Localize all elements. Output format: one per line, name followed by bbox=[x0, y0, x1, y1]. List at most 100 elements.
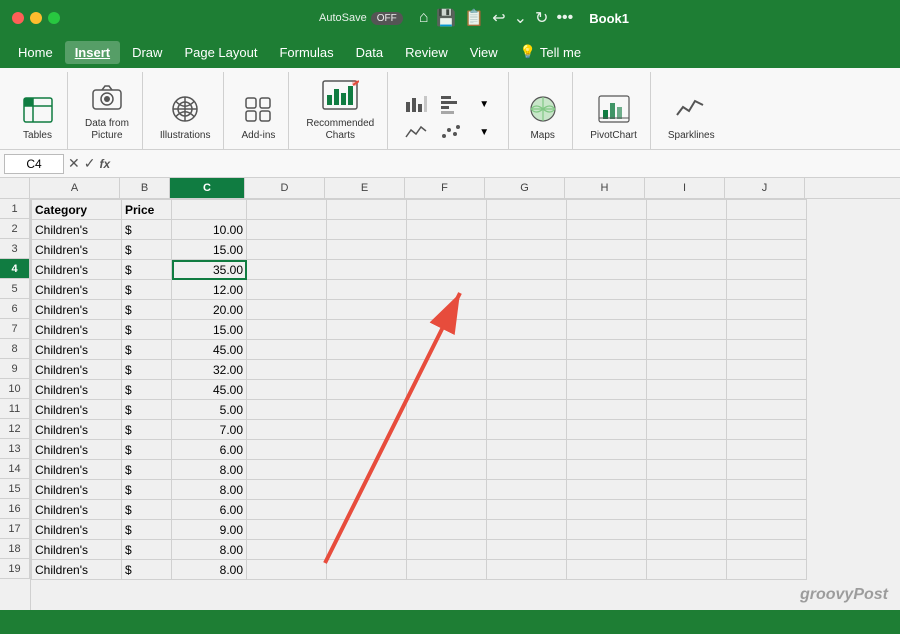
cell-18-c[interactable]: 8.00 bbox=[172, 540, 247, 560]
more-icon[interactable]: ••• bbox=[556, 9, 573, 27]
cell-14-j[interactable] bbox=[727, 460, 807, 480]
cell-1-j[interactable] bbox=[727, 200, 807, 220]
cell-10-d[interactable] bbox=[247, 380, 327, 400]
cell-3-h[interactable] bbox=[567, 240, 647, 260]
cell-12-h[interactable] bbox=[567, 420, 647, 440]
cell-18-a[interactable]: Children's bbox=[32, 540, 122, 560]
cell-19-i[interactable] bbox=[647, 560, 727, 580]
maps-button[interactable]: Maps bbox=[523, 92, 563, 145]
cell-18-j[interactable] bbox=[727, 540, 807, 560]
cell-19-f[interactable] bbox=[407, 560, 487, 580]
cell-11-i[interactable] bbox=[647, 400, 727, 420]
cell-3-c[interactable]: 15.00 bbox=[172, 240, 247, 260]
cell-9-g[interactable] bbox=[487, 360, 567, 380]
cell-8-d[interactable] bbox=[247, 340, 327, 360]
confirm-formula-icon[interactable]: ✓ bbox=[84, 155, 96, 172]
cell-2-b[interactable]: $ bbox=[122, 220, 172, 240]
cell-11-f[interactable] bbox=[407, 400, 487, 420]
cell-1-a[interactable]: Category bbox=[32, 200, 122, 220]
cell-14-e[interactable] bbox=[327, 460, 407, 480]
cell-11-a[interactable]: Children's bbox=[32, 400, 122, 420]
cell-16-a[interactable]: Children's bbox=[32, 500, 122, 520]
row-header-19[interactable]: 19 bbox=[0, 559, 30, 579]
cell-13-g[interactable] bbox=[487, 440, 567, 460]
cell-19-b[interactable]: $ bbox=[122, 560, 172, 580]
cell-13-c[interactable]: 6.00 bbox=[172, 440, 247, 460]
cell-11-g[interactable] bbox=[487, 400, 567, 420]
cell-3-f[interactable] bbox=[407, 240, 487, 260]
menu-home[interactable]: Home bbox=[8, 41, 63, 64]
line-chart-button[interactable] bbox=[400, 119, 432, 145]
grid-scroll[interactable]: CategoryPriceChildren's$10.00Children's$… bbox=[31, 199, 900, 610]
cell-9-i[interactable] bbox=[647, 360, 727, 380]
cell-14-c[interactable]: 8.00 bbox=[172, 460, 247, 480]
cell-13-b[interactable]: $ bbox=[122, 440, 172, 460]
row-header-15[interactable]: 15 bbox=[0, 479, 30, 499]
cell-16-c[interactable]: 6.00 bbox=[172, 500, 247, 520]
formula-input[interactable] bbox=[114, 157, 896, 171]
insert-function-icon[interactable]: fx bbox=[99, 157, 110, 171]
cell-10-g[interactable] bbox=[487, 380, 567, 400]
column-chart-button[interactable] bbox=[400, 91, 432, 117]
cell-4-f[interactable] bbox=[407, 260, 487, 280]
cell-19-d[interactable] bbox=[247, 560, 327, 580]
cell-14-i[interactable] bbox=[647, 460, 727, 480]
cell-15-h[interactable] bbox=[567, 480, 647, 500]
cell-15-g[interactable] bbox=[487, 480, 567, 500]
cell-16-h[interactable] bbox=[567, 500, 647, 520]
cell-16-f[interactable] bbox=[407, 500, 487, 520]
cell-5-h[interactable] bbox=[567, 280, 647, 300]
cell-16-j[interactable] bbox=[727, 500, 807, 520]
cell-10-c[interactable]: 45.00 bbox=[172, 380, 247, 400]
cell-8-b[interactable]: $ bbox=[122, 340, 172, 360]
cell-14-d[interactable] bbox=[247, 460, 327, 480]
sparklines-button[interactable]: Sparklines bbox=[663, 92, 720, 145]
cell-10-b[interactable]: $ bbox=[122, 380, 172, 400]
cell-17-c[interactable]: 9.00 bbox=[172, 520, 247, 540]
row-header-11[interactable]: 11 bbox=[0, 399, 30, 419]
cell-6-g[interactable] bbox=[487, 300, 567, 320]
cell-13-f[interactable] bbox=[407, 440, 487, 460]
minimize-button[interactable] bbox=[30, 12, 42, 24]
cell-7-a[interactable]: Children's bbox=[32, 320, 122, 340]
cell-18-i[interactable] bbox=[647, 540, 727, 560]
cell-14-h[interactable] bbox=[567, 460, 647, 480]
cell-15-i[interactable] bbox=[647, 480, 727, 500]
cell-12-a[interactable]: Children's bbox=[32, 420, 122, 440]
cell-1-d[interactable] bbox=[247, 200, 327, 220]
cell-15-a[interactable]: Children's bbox=[32, 480, 122, 500]
menu-data[interactable]: Data bbox=[346, 41, 393, 64]
cell-15-d[interactable] bbox=[247, 480, 327, 500]
cell-9-b[interactable]: $ bbox=[122, 360, 172, 380]
undo-icon[interactable]: ↩ bbox=[492, 8, 505, 28]
cell-1-b[interactable]: Price bbox=[122, 200, 172, 220]
pivotchart-button[interactable]: PivotChart bbox=[585, 92, 642, 145]
cell-2-a[interactable]: Children's bbox=[32, 220, 122, 240]
col-header-a[interactable]: A bbox=[30, 178, 120, 198]
cell-8-c[interactable]: 45.00 bbox=[172, 340, 247, 360]
cell-18-e[interactable] bbox=[327, 540, 407, 560]
cell-19-e[interactable] bbox=[327, 560, 407, 580]
col-header-f[interactable]: F bbox=[405, 178, 485, 198]
cell-7-h[interactable] bbox=[567, 320, 647, 340]
cell-19-h[interactable] bbox=[567, 560, 647, 580]
cell-10-f[interactable] bbox=[407, 380, 487, 400]
cell-5-a[interactable]: Children's bbox=[32, 280, 122, 300]
cell-1-e[interactable] bbox=[327, 200, 407, 220]
cell-12-c[interactable]: 7.00 bbox=[172, 420, 247, 440]
cell-15-j[interactable] bbox=[727, 480, 807, 500]
cell-2-c[interactable]: 10.00 bbox=[172, 220, 247, 240]
cell-4-i[interactable] bbox=[647, 260, 727, 280]
cell-9-e[interactable] bbox=[327, 360, 407, 380]
cell-3-e[interactable] bbox=[327, 240, 407, 260]
cell-3-g[interactable] bbox=[487, 240, 567, 260]
illustrations-button[interactable]: Illustrations bbox=[155, 92, 216, 145]
cell-15-c[interactable]: 8.00 bbox=[172, 480, 247, 500]
row-header-16[interactable]: 16 bbox=[0, 499, 30, 519]
cell-4-d[interactable] bbox=[247, 260, 327, 280]
cell-7-i[interactable] bbox=[647, 320, 727, 340]
row-header-1[interactable]: 1 bbox=[0, 199, 30, 219]
cell-7-f[interactable] bbox=[407, 320, 487, 340]
cell-16-e[interactable] bbox=[327, 500, 407, 520]
menu-insert[interactable]: Insert bbox=[65, 41, 120, 64]
